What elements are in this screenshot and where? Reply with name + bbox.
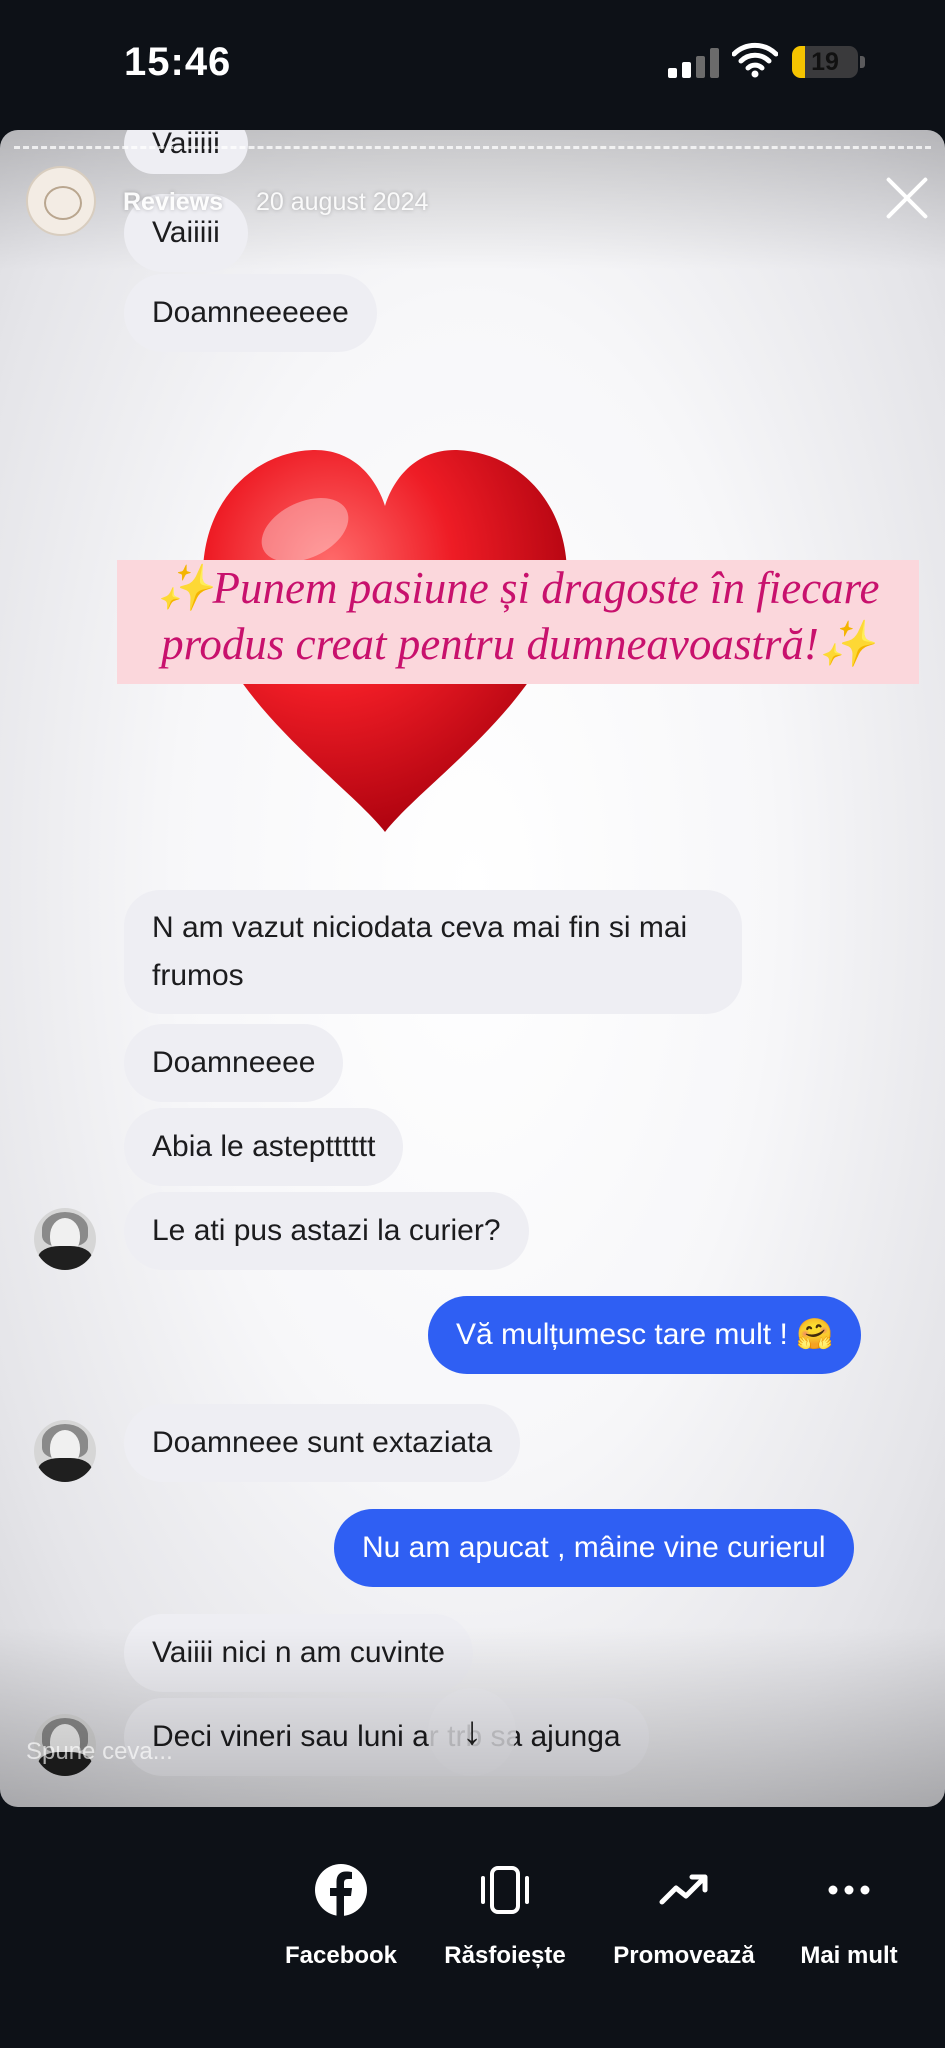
sender-avatar bbox=[34, 1420, 96, 1482]
browse-label: Răsfoiește bbox=[444, 1942, 566, 1969]
message-bubble-outgoing: Vă mulțumesc tare mult ! 🤗 bbox=[428, 1296, 862, 1374]
facebook-button[interactable]: Facebook bbox=[266, 1860, 416, 1970]
story-caption: ✨Punem pasiune și dragoste în fiecare pr… bbox=[117, 560, 919, 684]
caption-line-1: ✨Punem pasiune și dragoste în fiecare bbox=[156, 563, 880, 613]
account-name[interactable]: Reviews bbox=[123, 188, 223, 217]
message-bubble: Le ati pus astazi la curier? bbox=[124, 1192, 529, 1270]
story-date: 20 august 2024 bbox=[256, 188, 429, 216]
caption-line-2: produs creat pentru dumneavoastră!✨ bbox=[161, 619, 875, 669]
cellular-signal-icon bbox=[668, 48, 720, 78]
account-avatar[interactable] bbox=[26, 166, 96, 236]
message-bubble: N am vazut niciodata ceva mai fin si mai… bbox=[124, 890, 742, 1014]
story-actions-bar: Facebook Răsfoiește Promovează Mai mult bbox=[0, 1808, 945, 2048]
status-bar: 15:46 19 bbox=[0, 0, 945, 128]
promote-button[interactable]: Promovează bbox=[609, 1860, 759, 1970]
sender-avatar bbox=[34, 1208, 96, 1270]
clock: 15:46 bbox=[124, 40, 232, 84]
promote-label: Promovează bbox=[613, 1942, 755, 1969]
more-button[interactable]: Mai mult bbox=[774, 1860, 924, 1970]
more-label: Mai mult bbox=[800, 1942, 898, 1969]
message-bubble: Doamneeee bbox=[124, 1024, 344, 1102]
scroll-down-arrow-icon: ↓ bbox=[428, 1688, 516, 1776]
battery-icon: 19 bbox=[792, 46, 858, 78]
browse-button[interactable]: Răsfoiește bbox=[430, 1860, 580, 1970]
reply-input[interactable]: Spune ceva... bbox=[26, 1738, 173, 1766]
trending-up-icon bbox=[659, 1874, 708, 1905]
story-progress-bar bbox=[14, 146, 931, 149]
message-bubble: Vaiiii nici n am cuvinte bbox=[124, 1614, 473, 1692]
story-card[interactable]: Vaiiiii Vaiiiii Doamneeeeee ✨Punem pasiu… bbox=[0, 130, 945, 1807]
battery-percent: 19 bbox=[811, 48, 839, 76]
message-bubble: Abia le asteptttttt bbox=[124, 1108, 404, 1186]
battery-tip bbox=[860, 56, 865, 68]
facebook-icon bbox=[315, 1864, 367, 1916]
phone-browse-icon bbox=[481, 1866, 529, 1914]
more-dots-icon bbox=[828, 1885, 870, 1895]
wifi-icon bbox=[732, 42, 778, 78]
message-bubble-outgoing: Nu am apucat , mâine vine curierul bbox=[334, 1509, 854, 1587]
message-bubble: Deci vineri sau luni ar trb sa ajunga bbox=[124, 1698, 649, 1776]
facebook-label: Facebook bbox=[284, 1942, 398, 1969]
close-button[interactable] bbox=[883, 174, 931, 222]
message-bubble: Doamneeeeee bbox=[124, 274, 377, 352]
story-header: Reviews 20 august 2024 bbox=[26, 166, 919, 236]
message-bubble: Doamneee sunt extaziata bbox=[124, 1404, 521, 1482]
